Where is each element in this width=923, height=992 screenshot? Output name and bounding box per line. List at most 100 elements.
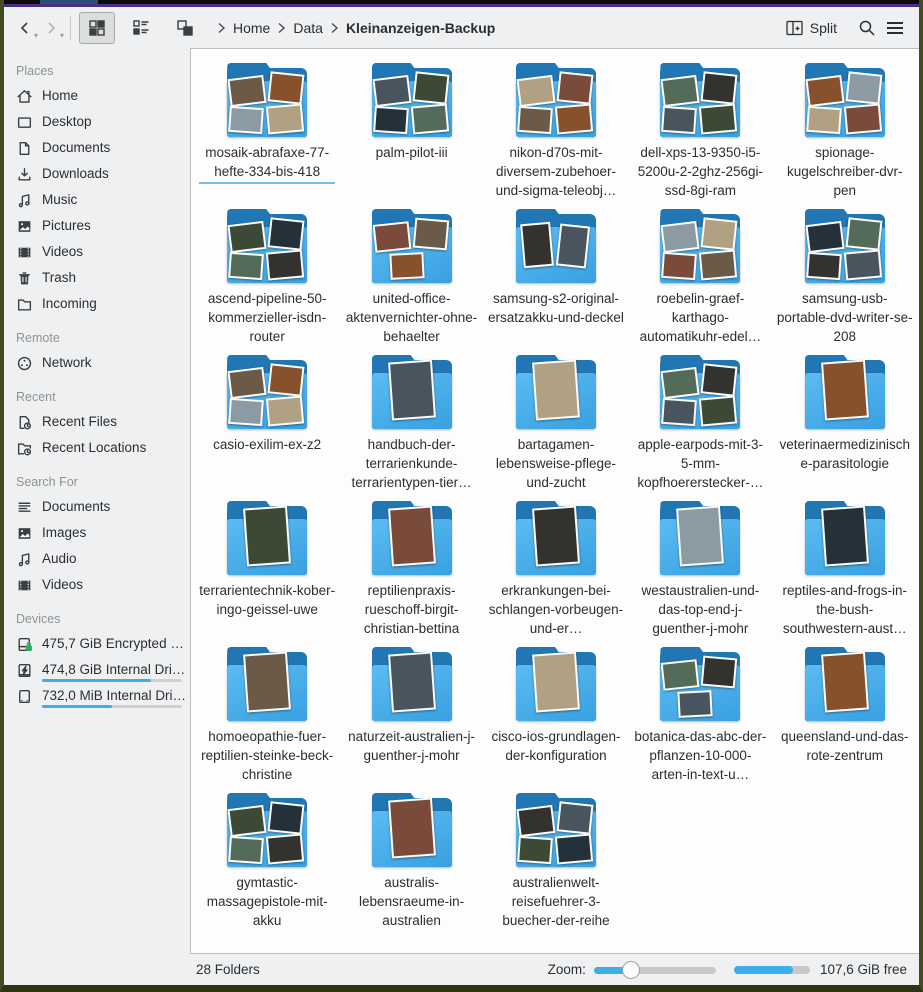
sidebar-item-home[interactable]: Home [14, 85, 190, 111]
folder-item-botanica-das-abc-der-pflanzen-10-000-art[interactable]: botanica-das-abc-der-pflanzen-10-000-art… [628, 645, 772, 791]
photo-thumbnail [821, 652, 869, 713]
back-button[interactable]: ▾ [12, 14, 38, 42]
sidebar-item-label: Recent Locations [42, 440, 190, 455]
split-button[interactable]: Split [786, 20, 837, 36]
folder-item-veterinaermedizinische-parasitologie[interactable]: veterinaermedizinische-parasitologie [773, 353, 917, 499]
folder-item-naturzeit-australien-j-guenther-j-mohr[interactable]: naturzeit-australien-j-guenther-j-mohr [339, 645, 483, 791]
details-view-button[interactable] [123, 12, 159, 44]
sidebar-item-label: 475,7 GiB Encrypted … [42, 636, 190, 651]
folder-item-reptiles-and-frogs-in-the-bush-southwest[interactable]: reptiles-and-frogs-in-the-bush-southwest… [773, 499, 917, 645]
sidebar-item-label: Videos [42, 244, 190, 259]
sidebar-item-network[interactable]: Network [14, 352, 190, 378]
breadcrumb-item-kleinanzeigen-backup[interactable]: Kleinanzeigen-Backup [346, 20, 495, 36]
folder-view-panel[interactable]: mosaik-abrafaxe-77-hefte-334-bis-418palm… [190, 48, 919, 954]
folder-item-reptilienpraxis-rueschoff-birgit-christi[interactable]: reptilienpraxis-rueschoff-birgit-christi… [339, 499, 483, 645]
sidebar-item-recent-locations[interactable]: Recent Locations [14, 437, 190, 463]
document-icon [16, 140, 33, 157]
menu-button[interactable] [881, 14, 909, 42]
sidebar-item-474-8-gib-internal-dri[interactable]: 474,8 GiB Internal Dri… [14, 659, 190, 685]
folder-item-bartagamen-lebensweise-pflege-und-zucht[interactable]: bartagamen-lebensweise-pflege-und-zucht [484, 353, 628, 499]
tree-view-button[interactable] [167, 12, 203, 44]
sidebar-item-incoming[interactable]: Incoming [14, 293, 190, 319]
sidebar-item-downloads[interactable]: Downloads [14, 163, 190, 189]
folder-item-mosaik-abrafaxe-77-hefte-334-bis-418[interactable]: mosaik-abrafaxe-77-hefte-334-bis-418 [195, 61, 339, 207]
folder-icon [652, 63, 748, 139]
sidebar-item-732-0-mib-internal-dri[interactable]: 732,0 MiB Internal Dri… [14, 685, 190, 711]
folder-item-erkrankungen-bei-schlangen-vorbeugen-und[interactable]: erkrankungen-bei-schlangen-vorbeugen-und… [484, 499, 628, 645]
folder-item-casio-exilim-ex-z2[interactable]: casio-exilim-ex-z2 [195, 353, 339, 499]
film-icon [16, 244, 33, 261]
folder-item-gymtastic-massagepistole-mit-akku[interactable]: gymtastic-massagepistole-mit-akku [195, 791, 339, 937]
split-label: Split [810, 20, 837, 36]
breadcrumb-item-home[interactable]: Home [233, 20, 270, 36]
folder-label: roebelin-graef-karthago-automatikuhr-ede… [632, 289, 768, 346]
sidebar: PlacesHomeDesktopDocumentsDownloadsMusic… [4, 48, 190, 985]
toolbar-separator [70, 16, 71, 40]
photo-thumbnail [228, 221, 267, 253]
network-icon [16, 355, 33, 372]
folder-item-westaustralien-und-das-top-end-j-guenthe[interactable]: westaustralien-und-das-top-end-j-guenthe… [628, 499, 772, 645]
sidebar-item-label: Network [42, 355, 190, 370]
folder-icon [364, 209, 460, 285]
folder-item-australis-lebensraeume-in-australien[interactable]: australis-lebensraeume-in-australien [339, 791, 483, 937]
photo-thumbnail [266, 249, 304, 280]
photo-thumbnail [806, 106, 842, 134]
zoom-slider[interactable] [594, 961, 716, 979]
folder-item-spionage-kugelschreiber-dvr-pen[interactable]: spionage-kugelschreiber-dvr-pen [773, 61, 917, 207]
folder-item-terrarientechnik-kober-ingo-geissel-uwe[interactable]: terrarientechnik-kober-ingo-geissel-uwe [195, 499, 339, 645]
folder-item-samsung-s2-original-ersatzakku-und-decke[interactable]: samsung-s2-original-ersatzakku-und-decke… [484, 207, 628, 353]
file-clock-icon [16, 414, 33, 431]
sidebar-item-documents[interactable]: Documents [14, 496, 190, 522]
sidebar-item-documents[interactable]: Documents [14, 137, 190, 163]
folder-item-australienwelt-reisefuehrer-3-buecher-de[interactable]: australienwelt-reisefuehrer-3-buecher-de… [484, 791, 628, 937]
device-usage-fill [42, 705, 112, 708]
sidebar-item-videos[interactable]: Videos [14, 241, 190, 267]
photo-thumbnail [555, 103, 593, 134]
folder-label: gymtastic-massagepistole-mit-akku [199, 873, 335, 930]
search-button[interactable] [853, 14, 881, 42]
sidebar-item-trash[interactable]: Trash [14, 267, 190, 293]
photo-thumbnail [266, 395, 304, 426]
photo-thumbnail [661, 75, 700, 107]
sidebar-item-475-7-gib-encrypted[interactable]: 475,7 GiB Encrypted … [14, 633, 190, 659]
folder-item-apple-earpods-mit-3-5-mm-kopfhoerersteck[interactable]: apple-earpods-mit-3-5-mm-kopfhoerersteck… [628, 353, 772, 499]
sidebar-item-desktop[interactable]: Desktop [14, 111, 190, 137]
folder-item-samsung-usb-portable-dvd-writer-se-208[interactable]: samsung-usb-portable-dvd-writer-se-208 [773, 207, 917, 353]
folder-label: erkrankungen-bei-schlangen-vorbeugen-und… [488, 581, 624, 638]
zoom-label: Zoom: [548, 962, 586, 977]
sidebar-item-pictures[interactable]: Pictures [14, 215, 190, 241]
music-icon [16, 192, 33, 209]
folder-label: apple-earpods-mit-3-5-mm-kopfhoerersteck… [632, 435, 768, 492]
folder-item-queensland-und-das-rote-zentrum[interactable]: queensland-und-das-rote-zentrum [773, 645, 917, 791]
folder-icon [797, 501, 893, 577]
photo-thumbnail [845, 217, 882, 250]
folder-item-palm-pilot-iii[interactable]: palm-pilot-iii [339, 61, 483, 207]
zoom-slider-handle[interactable] [622, 961, 640, 979]
sidebar-item-videos[interactable]: Videos [14, 574, 190, 600]
photo-thumbnail [556, 71, 593, 104]
folder-item-united-office-aktenvernichter-ohne-behae[interactable]: united-office-aktenvernichter-ohne-behae… [339, 207, 483, 353]
desktop-icon [16, 114, 33, 131]
folder-item-nikon-d70s-mit-diversem-zubehoer-und-sig[interactable]: nikon-d70s-mit-diversem-zubehoer-und-sig… [484, 61, 628, 207]
icons-view-button[interactable] [79, 12, 115, 44]
sidebar-item-audio[interactable]: Audio [14, 548, 190, 574]
folder-item-homoeopathie-fuer-reptilien-steinke-beck[interactable]: homoeopathie-fuer-reptilien-steinke-beck… [195, 645, 339, 791]
folder-item-cisco-ios-grundlagen-der-konfiguration[interactable]: cisco-ios-grundlagen-der-konfiguration [484, 645, 628, 791]
folder-item-dell-xps-13-9350-i5-5200u-2-2ghz-256gi-s[interactable]: dell-xps-13-9350-i5-5200u-2-2ghz-256gi-s… [628, 61, 772, 207]
sidebar-item-images[interactable]: Images [14, 522, 190, 548]
breadcrumb-item-data[interactable]: Data [293, 20, 323, 36]
folder-item-roebelin-graef-karthago-automatikuhr-ede[interactable]: roebelin-graef-karthago-automatikuhr-ede… [628, 207, 772, 353]
photo-thumbnail [821, 360, 869, 421]
folder-item-handbuch-der-terrarienkunde-terrarientyp[interactable]: handbuch-der-terrarienkunde-terrarientyp… [339, 353, 483, 499]
split-view-icon [786, 20, 804, 36]
folder-icon [508, 647, 604, 723]
photo-thumbnail [661, 367, 700, 399]
sidebar-item-recent-files[interactable]: Recent Files [14, 411, 190, 437]
photo-thumbnail [532, 360, 580, 421]
folder-icon [652, 355, 748, 431]
photo-thumbnail [701, 363, 738, 396]
forward-button[interactable]: ▾ [38, 14, 64, 42]
sidebar-item-music[interactable]: Music [14, 189, 190, 215]
breadcrumb-chevron-icon [217, 22, 226, 34]
folder-item-ascend-pipeline-50-kommerzieller-isdn-ro[interactable]: ascend-pipeline-50-kommerzieller-isdn-ro… [195, 207, 339, 353]
